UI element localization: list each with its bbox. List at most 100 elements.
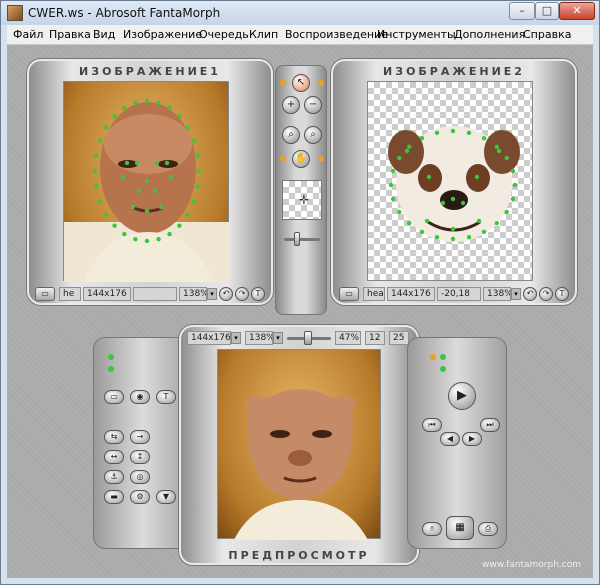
navigator-zoom-track[interactable] <box>284 238 320 241</box>
menu-queue[interactable]: Очередь <box>199 28 249 41</box>
menu-edit[interactable]: Правка <box>49 28 91 41</box>
feature-point[interactable] <box>390 168 396 174</box>
menu-clip[interactable]: Клип <box>249 28 278 41</box>
last-frame-button[interactable]: ⏭ <box>480 418 500 432</box>
feature-point[interactable] <box>185 125 190 130</box>
hand-tool-icon[interactable]: ✋ <box>292 150 310 168</box>
menu-image[interactable]: Изображение <box>123 28 202 41</box>
feature-point[interactable] <box>390 196 396 202</box>
feature-point[interactable] <box>167 231 172 237</box>
feature-point[interactable] <box>426 174 432 180</box>
feature-point[interactable] <box>407 144 412 149</box>
close-button[interactable]: ✕ <box>559 2 595 20</box>
image2-feature-points[interactable] <box>367 81 533 281</box>
preview-slider-thumb[interactable] <box>303 331 312 345</box>
feature-point[interactable] <box>450 236 456 242</box>
preview-fps[interactable]: 25 <box>389 331 409 345</box>
feature-point[interactable] <box>481 136 487 141</box>
feature-point[interactable] <box>112 114 117 119</box>
feature-point[interactable] <box>130 204 136 210</box>
feature-point[interactable] <box>154 160 160 166</box>
feature-point[interactable] <box>481 229 487 234</box>
feature-point[interactable] <box>177 114 182 119</box>
effect-button-3[interactable]: ⇆ <box>104 430 124 444</box>
feature-point[interactable] <box>476 218 482 224</box>
feature-point[interactable] <box>92 168 98 174</box>
image1-text-icon[interactable]: T <box>251 287 265 301</box>
feature-point[interactable] <box>136 188 142 194</box>
feature-point[interactable] <box>144 208 150 214</box>
feature-point[interactable] <box>504 155 509 161</box>
feature-point[interactable] <box>94 153 99 158</box>
image2-zoom[interactable]: 138% <box>483 287 511 301</box>
feature-point[interactable] <box>466 235 472 240</box>
feature-point[interactable] <box>104 212 109 217</box>
menu-view[interactable]: Вид <box>93 28 115 41</box>
zoom-in-icon[interactable]: ⌕ <box>282 126 300 144</box>
feature-point[interactable] <box>512 182 518 188</box>
play-button[interactable]: ▶ <box>448 382 476 410</box>
feature-point[interactable] <box>397 155 402 161</box>
feature-point[interactable] <box>510 168 516 174</box>
navigator-thumbnail[interactable]: ✛ <box>282 180 322 220</box>
feature-point[interactable] <box>144 238 150 244</box>
feature-point[interactable] <box>164 160 170 166</box>
feature-point[interactable] <box>134 160 140 166</box>
feature-point[interactable] <box>450 226 456 232</box>
feature-point[interactable] <box>94 184 99 189</box>
feature-point[interactable] <box>168 174 174 180</box>
menu-tools[interactable]: Инструменты <box>377 28 456 41</box>
feature-point[interactable] <box>419 136 425 141</box>
feature-point[interactable] <box>97 199 103 204</box>
effect-button-10[interactable]: ⚙ <box>130 490 150 504</box>
image1-redo-icon[interactable]: ↷ <box>235 287 249 301</box>
feature-point[interactable] <box>196 168 202 174</box>
first-frame-button[interactable]: ⏮ <box>422 418 442 432</box>
image1-zoom-dropdown[interactable]: ▾ <box>207 288 217 300</box>
feature-point[interactable] <box>120 174 126 180</box>
preview-zoom[interactable]: 138% <box>245 331 273 345</box>
feature-point[interactable] <box>177 223 182 228</box>
menu-playback[interactable]: Воспроизведение <box>285 28 388 41</box>
feature-point[interactable] <box>158 204 164 210</box>
preview-size-dropdown[interactable]: ▾ <box>231 332 241 344</box>
feature-point[interactable] <box>144 178 150 184</box>
feature-point[interactable] <box>466 130 472 135</box>
feature-point[interactable] <box>440 200 446 206</box>
effect-button-6[interactable]: ↕ <box>130 450 150 464</box>
feature-point[interactable] <box>195 153 200 158</box>
feature-point[interactable] <box>424 218 430 224</box>
feature-point[interactable] <box>474 174 480 180</box>
image1-zoom[interactable]: 138% <box>179 287 207 301</box>
feature-point[interactable] <box>419 229 425 234</box>
image2-open-button[interactable]: ▭ <box>339 287 359 301</box>
snapshot-icon[interactable]: ⌾ <box>422 522 442 536</box>
effect-button-7[interactable]: ⚓ <box>104 470 124 484</box>
save-icon[interactable]: ⎙ <box>478 522 498 536</box>
feature-point[interactable] <box>434 130 440 135</box>
minimize-button[interactable]: – <box>509 2 535 20</box>
image2-text-icon[interactable]: T <box>555 287 569 301</box>
feature-point[interactable] <box>494 144 499 149</box>
feature-point[interactable] <box>144 98 150 104</box>
feature-point[interactable] <box>133 100 138 105</box>
app-icon[interactable] <box>7 5 23 21</box>
feature-point[interactable] <box>504 209 509 215</box>
feature-point[interactable] <box>407 221 412 226</box>
feature-point[interactable] <box>97 138 103 143</box>
feature-point[interactable] <box>156 100 161 105</box>
image1-undo-icon[interactable]: ↶ <box>219 287 233 301</box>
feature-point[interactable] <box>122 105 127 111</box>
prev-frame-button[interactable]: ◀ <box>440 432 460 446</box>
feature-point[interactable] <box>191 199 197 204</box>
navigator-zoom-thumb[interactable] <box>294 232 300 246</box>
feature-point[interactable] <box>450 196 456 202</box>
effect-text-button[interactable]: T <box>156 390 176 404</box>
effect-button-4[interactable]: → <box>130 430 150 444</box>
maximize-button[interactable]: □ <box>535 2 559 20</box>
feature-point[interactable] <box>167 105 172 111</box>
preview-canvas[interactable] <box>217 349 381 540</box>
menu-file[interactable]: Файл <box>13 28 43 41</box>
menu-addons[interactable]: Дополнения <box>454 28 525 41</box>
zoom-out-icon[interactable]: ⌕ <box>304 126 322 144</box>
